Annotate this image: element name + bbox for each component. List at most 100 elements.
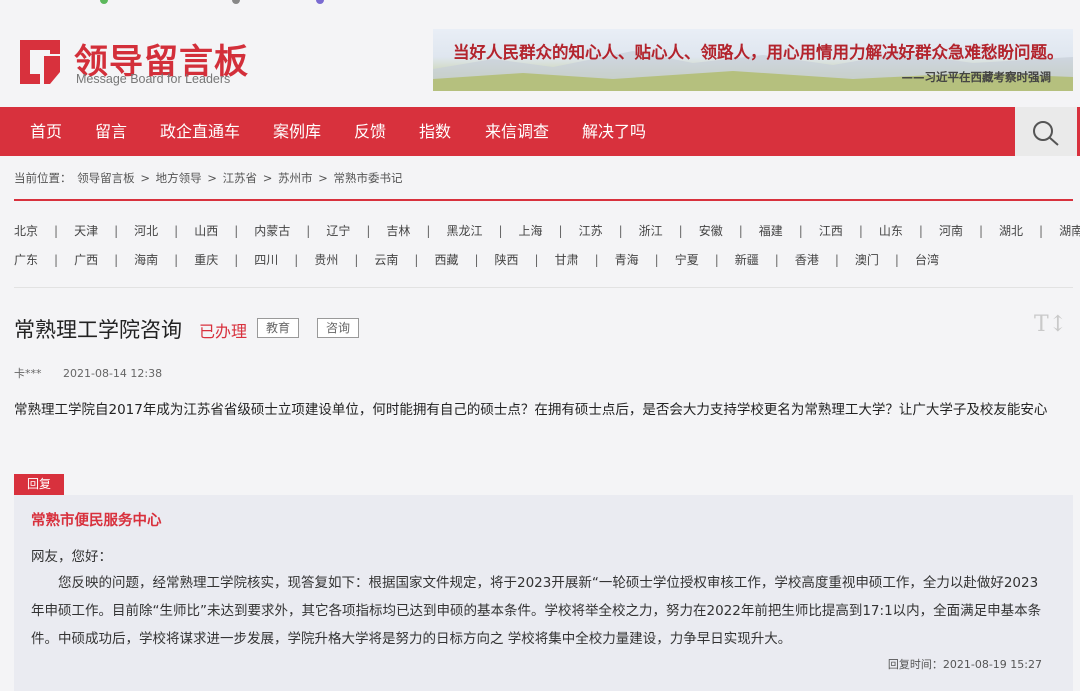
region-link[interactable]: 宁夏 [675, 251, 699, 268]
region-separator: | [834, 253, 839, 267]
nav-item-home[interactable]: 首页 [30, 107, 62, 156]
region-separator: | [1039, 224, 1044, 238]
quote-banner: 当好人民群众的知心人、贴心人、领路人，用心用情用力解决好群众急难愁盼问题。 ——… [433, 29, 1073, 91]
region-separator: | [594, 253, 599, 267]
breadcrumb-item[interactable]: 江苏省 [223, 171, 258, 185]
reply-body: 您反映的问题，经常熟理工学院核实，现答复如下：根据国家文件规定，将于2023开展… [31, 575, 1042, 647]
region-link[interactable]: 湖北 [999, 222, 1023, 239]
tag-education[interactable]: 教育 [257, 318, 300, 338]
region-link[interactable]: 黑龙江 [446, 222, 482, 239]
region-link[interactable]: 江西 [819, 222, 843, 239]
site-logo[interactable]: 领导留言板 Message Board for Leaders [16, 36, 256, 96]
region-separator: | [366, 224, 371, 238]
region-separator: | [534, 253, 539, 267]
region-divider [14, 287, 1073, 288]
region-separator: | [306, 224, 311, 238]
region-link[interactable]: 陕西 [495, 251, 519, 268]
region-link[interactable]: 河北 [134, 222, 158, 239]
nav-item-resolved[interactable]: 解决了吗 [582, 107, 646, 156]
search-button[interactable] [1015, 107, 1077, 156]
breadcrumb: 当前位置： 领导留言板 > 地方领导 > 江苏省 > 苏州市 > 常熟市委书记 [14, 170, 404, 186]
breadcrumb-prefix: 当前位置： [14, 171, 72, 185]
region-separator: | [918, 224, 923, 238]
region-link[interactable]: 山东 [879, 222, 903, 239]
nav-item-index[interactable]: 指数 [419, 107, 451, 156]
region-list-row-2: 广东 | 广西 | 海南 | 重庆 | 四川 | 贵州 | 云南 | 西藏 | 陕西 | 甘肃 | 青海 | 宁夏 | 新疆 | 香… [14, 251, 939, 271]
region-separator: | [738, 224, 743, 238]
region-separator: | [498, 224, 503, 238]
region-link[interactable]: 内蒙古 [254, 222, 290, 239]
reply-time: 回复时间：2021-08-19 15:27 [887, 658, 1042, 671]
reply-badge: 回复 [14, 474, 65, 495]
logo-subtitle: Message Board for Leaders [76, 72, 231, 86]
region-link[interactable]: 青海 [615, 251, 639, 268]
breadcrumb-divider [14, 199, 1073, 201]
region-link[interactable]: 安徽 [699, 222, 723, 239]
region-link[interactable]: 河南 [939, 222, 963, 239]
region-separator: | [978, 224, 983, 238]
region-link[interactable]: 广西 [74, 251, 98, 268]
user-icon [316, 0, 324, 4]
region-link[interactable]: 吉林 [386, 222, 410, 239]
nav-item-feedback[interactable]: 反馈 [354, 107, 386, 156]
region-separator: | [558, 224, 563, 238]
tag-consult[interactable]: 咨询 [317, 318, 360, 338]
region-link[interactable]: 江苏 [579, 222, 603, 239]
breadcrumb-item[interactable]: 地方领导 [156, 171, 202, 185]
region-link[interactable]: 天津 [74, 222, 98, 239]
region-link[interactable]: 甘肃 [555, 251, 579, 268]
region-separator: | [354, 253, 359, 267]
banner-author: ——习近平在西藏考察时强调 [901, 70, 1052, 84]
region-separator: | [474, 253, 479, 267]
region-link[interactable]: 澳门 [855, 251, 879, 268]
region-link[interactable]: 四川 [254, 251, 278, 268]
region-link[interactable]: 福建 [759, 222, 783, 239]
region-link[interactable]: 山西 [194, 222, 218, 239]
region-link[interactable]: 湖南 [1059, 222, 1080, 239]
region-link[interactable]: 贵州 [314, 251, 338, 268]
nav-item-survey[interactable]: 来信调查 [485, 107, 549, 156]
breadcrumb-item[interactable]: 常熟市委书记 [333, 171, 402, 185]
region-separator: | [294, 253, 299, 267]
breadcrumb-separator: > [262, 171, 273, 185]
region-separator: | [54, 253, 59, 267]
region-separator: | [426, 224, 431, 238]
nav-item-cases[interactable]: 案例库 [273, 107, 321, 156]
region-separator: | [234, 253, 239, 267]
region-link[interactable]: 香港 [795, 251, 819, 268]
reply-box: 常熟市便民服务中心 网友，您好： 您反映的问题，经常熟理工学院核实，现答复如下：… [14, 495, 1073, 691]
region-separator: | [618, 224, 623, 238]
region-link[interactable]: 海南 [134, 251, 158, 268]
nav-item-enterprise[interactable]: 政企直通车 [160, 107, 240, 156]
message-body: 常熟理工学院自2017年成为江苏省省级硕士立项建设单位，何时能拥有自己的硕士点？… [14, 402, 1048, 418]
region-link[interactable]: 云南 [374, 251, 398, 268]
region-link[interactable]: 新疆 [735, 251, 759, 268]
region-link[interactable]: 台湾 [915, 251, 939, 268]
reply-greeting: 网友，您好： [31, 549, 112, 565]
nav-item-message[interactable]: 留言 [95, 107, 127, 156]
top-strip [0, 0, 1080, 12]
reply-organization: 常熟市便民服务中心 [31, 513, 162, 529]
region-link[interactable]: 广东 [14, 251, 38, 268]
region-separator: | [858, 224, 863, 238]
region-link[interactable]: 重庆 [194, 251, 218, 268]
green-dot-icon [100, 0, 108, 4]
breadcrumb-item[interactable]: 苏州市 [278, 171, 313, 185]
region-link[interactable]: 辽宁 [326, 222, 350, 239]
region-separator: | [54, 224, 59, 238]
region-separator: | [654, 253, 659, 267]
site-header: 领导留言板 Message Board for Leaders 当好人民群众的知… [0, 12, 1080, 107]
region-separator: | [114, 253, 119, 267]
lock-icon [232, 0, 240, 4]
breadcrumb-item[interactable]: 领导留言板 [77, 171, 135, 185]
logo-mark-icon [20, 40, 60, 84]
region-separator: | [114, 224, 119, 238]
region-link[interactable]: 浙江 [639, 222, 663, 239]
region-separator: | [174, 224, 179, 238]
region-link[interactable]: 北京 [14, 222, 38, 239]
region-link[interactable]: 西藏 [434, 251, 458, 268]
breadcrumb-separator: > [207, 171, 217, 185]
message-author: 卡*** [14, 367, 42, 380]
region-link[interactable]: 上海 [519, 222, 543, 239]
font-size-icon[interactable]: T↕ [1034, 312, 1067, 337]
